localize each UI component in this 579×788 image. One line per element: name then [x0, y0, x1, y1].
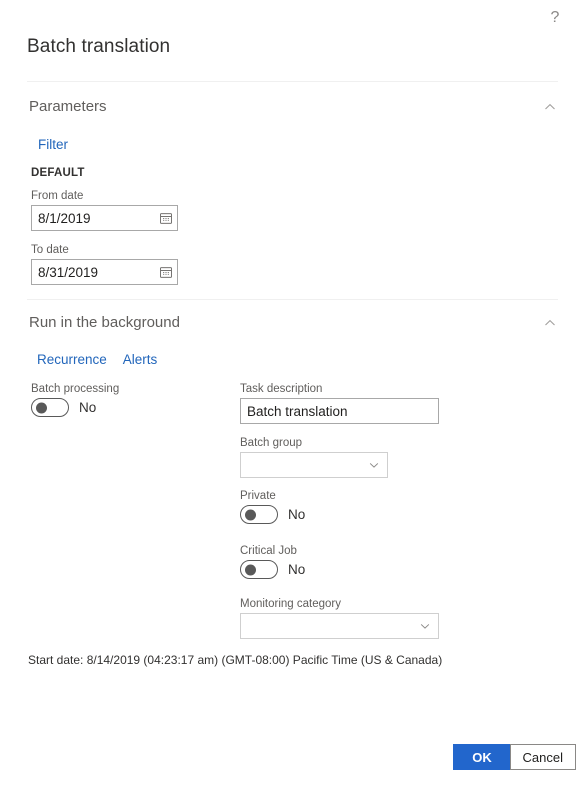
task-description-label: Task description	[240, 383, 323, 395]
from-date-input[interactable]: 8/1/2019	[31, 205, 178, 231]
batch-processing-toggle[interactable]	[31, 398, 69, 417]
page-title: Batch translation	[27, 36, 171, 57]
chevron-up-icon[interactable]	[542, 99, 558, 115]
batch-group-field: Batch group	[240, 437, 388, 478]
tab-recurrence[interactable]: Recurrence	[37, 352, 107, 367]
critical-job-field: Critical Job No	[240, 545, 305, 579]
cancel-button[interactable]: Cancel	[509, 744, 576, 770]
batch-group-label: Batch group	[240, 437, 303, 449]
private-toggle[interactable]	[240, 505, 278, 524]
calendar-icon[interactable]	[159, 211, 173, 225]
private-field: Private No	[240, 490, 305, 524]
private-state: No	[288, 507, 306, 522]
batch-processing-toggle-row: No	[31, 398, 119, 417]
to-date-value: 8/31/2019	[38, 264, 99, 280]
batch-processing-state: No	[79, 400, 97, 415]
calendar-icon[interactable]	[159, 265, 173, 279]
from-date-field: From date 8/1/2019	[31, 190, 178, 231]
ok-button[interactable]: OK	[453, 744, 511, 770]
dialog-footer: OK Cancel	[0, 726, 579, 788]
monitoring-category-label: Monitoring category	[240, 598, 341, 610]
batch-translation-dialog: ? Batch translation Parameters Filter DE…	[0, 0, 579, 788]
critical-job-toggle[interactable]	[240, 560, 278, 579]
monitoring-category-select[interactable]	[240, 613, 439, 639]
batch-group-select[interactable]	[240, 452, 388, 478]
private-label: Private	[240, 490, 276, 502]
help-icon[interactable]: ?	[541, 4, 569, 32]
critical-job-state: No	[288, 562, 306, 577]
to-date-input[interactable]: 8/31/2019	[31, 259, 178, 285]
filter-link[interactable]: Filter	[38, 137, 68, 152]
default-filter-label: DEFAULT	[31, 167, 85, 179]
monitoring-category-field: Monitoring category	[240, 598, 439, 639]
task-description-value: Batch translation	[247, 403, 348, 419]
batch-processing-label: Batch processing	[31, 383, 120, 395]
background-section-title: Run in the background	[29, 314, 180, 331]
task-description-field: Task description Batch translation	[240, 383, 439, 424]
batch-processing-field: Batch processing No	[31, 383, 119, 417]
divider-top	[27, 81, 558, 82]
background-section-header[interactable]: Run in the background	[29, 314, 558, 331]
to-date-label: To date	[31, 244, 69, 256]
divider-middle	[27, 299, 558, 300]
tab-alerts[interactable]: Alerts	[123, 352, 158, 367]
from-date-label: From date	[31, 190, 84, 202]
chevron-down-icon[interactable]	[418, 619, 432, 633]
to-date-field: To date 8/31/2019	[31, 244, 178, 285]
parameters-section-title: Parameters	[29, 98, 107, 115]
start-date-text: Start date: 8/14/2019 (04:23:17 am) (GMT…	[28, 653, 443, 667]
critical-job-toggle-row: No	[240, 560, 305, 579]
from-date-value: 8/1/2019	[38, 210, 91, 226]
task-description-input[interactable]: Batch translation	[240, 398, 439, 424]
critical-job-label: Critical Job	[240, 545, 297, 557]
background-tabs: Recurrence Alerts	[37, 352, 157, 367]
chevron-up-icon[interactable]	[542, 315, 558, 331]
parameters-section-header[interactable]: Parameters	[29, 98, 558, 115]
chevron-down-icon[interactable]	[367, 458, 381, 472]
private-toggle-row: No	[240, 505, 305, 524]
